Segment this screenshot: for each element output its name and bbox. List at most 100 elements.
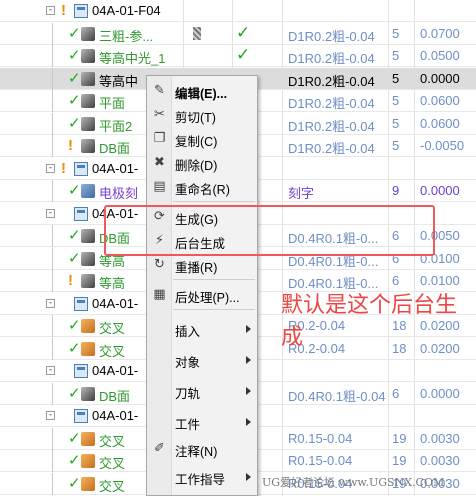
menu-item-label: 刀轨 — [175, 386, 201, 401]
menu-item-submenu-13[interactable]: 对象 — [147, 344, 257, 375]
cut-icon: ✂ — [154, 106, 165, 121]
warning-icon: ! — [68, 272, 73, 289]
tree-item-name: 交叉 — [99, 433, 126, 449]
menu-item-submenu-15[interactable]: 工件 — [147, 406, 257, 437]
delete-icon: ✖ — [154, 154, 165, 169]
watermark: UG爱好者论坛 www.UGSNX.COM — [262, 476, 445, 489]
method-cell: D0.4R0.1粗-0.04 — [288, 388, 386, 404]
tree-expander-icon[interactable]: - — [46, 163, 55, 173]
submenu-arrow-icon — [246, 324, 251, 333]
tree-item-name: 交叉 — [99, 456, 126, 471]
tolerance-cell: 0.0100 — [420, 273, 460, 288]
tree-guide-line — [52, 112, 53, 135]
operation-icon — [81, 251, 95, 266]
menu-item-label: 重命名(R) — [175, 183, 230, 197]
tree-guide-line — [52, 247, 53, 270]
tree-expander-icon[interactable]: - — [46, 366, 55, 375]
operation-icon — [81, 116, 95, 131]
tolerance-cell: 0.0700 — [420, 25, 460, 41]
tree-item-name: 04A-01- — [92, 408, 139, 423]
menu-item-replay[interactable]: ↻ 重播(R) — [147, 253, 257, 277]
submenu-arrow-icon — [246, 472, 251, 481]
menu-item-label: 剪切(T) — [175, 111, 216, 125]
method-cell: D1R0.2粗-0.04 — [288, 73, 375, 89]
tree-item-name: 04A-01- — [92, 363, 139, 378]
tree-operation-row[interactable]: ✓ 三粗-参... ✓ D1R0.2粗-0.04 5 0.0700 — [0, 22, 476, 45]
method-cell: R0.15-0.04 — [288, 430, 353, 446]
submenu-arrow-icon — [246, 386, 251, 395]
highlight-box — [104, 205, 435, 256]
stock-cell: 19 — [392, 430, 407, 446]
tree-expander-icon[interactable]: - — [46, 298, 55, 308]
stock-cell: 9 — [392, 183, 400, 198]
tree-item-name: 等高中 — [99, 73, 139, 89]
tree-item-name: 04A-01-F04 — [92, 3, 161, 18]
operation-icon — [81, 71, 95, 86]
tolerance-cell: -0.0050 — [420, 138, 465, 153]
program-group-icon — [74, 161, 88, 176]
rename-icon: ▤ — [153, 178, 166, 193]
tree-expander-icon[interactable]: - — [46, 208, 55, 218]
tree-item-name: 等高中光_1 — [99, 51, 166, 66]
tolerance-cell: 0.0600 — [420, 93, 460, 108]
tree-item-name: 交叉 — [99, 343, 126, 359]
path-valid-check-icon: ✓ — [236, 45, 251, 64]
operation-icon — [81, 139, 95, 153]
tree-item-name: 04A-01- — [92, 295, 139, 311]
complete-check-icon: ✓ — [68, 452, 81, 469]
callout-text: 默认是这个后台生成 — [281, 293, 458, 350]
operation-icon — [81, 454, 95, 468]
warning-icon: ! — [61, 159, 66, 177]
tree-expander-icon[interactable]: - — [46, 411, 55, 420]
stock-cell: 5 — [392, 93, 400, 108]
context-menu: ✎ 编辑(E)... ✂ 剪切(T) ❐ 复制(C) ✖ 删除(D) ▤ 重命名(R) ⟳ 生成(G)… — [146, 75, 258, 496]
complete-check-icon: ✓ — [68, 114, 81, 132]
warning-icon: ! — [68, 137, 73, 154]
menu-item-submenu-14[interactable]: 刀轨 — [147, 375, 257, 406]
stock-cell: 5 — [392, 25, 400, 41]
menu-item-label: 后处理(P)... — [175, 291, 240, 305]
edit-icon: ✎ — [154, 82, 165, 97]
menu-item-copy[interactable]: ❐ 复制(C) — [147, 127, 257, 151]
complete-check-icon: ✓ — [68, 339, 81, 357]
tree-item-name: 平面 — [99, 96, 126, 111]
stock-cell: 5 — [392, 48, 400, 63]
menu-item-submenu-17[interactable]: 工作指导 — [147, 461, 257, 492]
method-cell: R0.15-0.04 — [288, 453, 353, 468]
operation-icon — [81, 476, 95, 491]
complete-check-icon: ✓ — [68, 92, 81, 109]
tree-guide-line — [52, 67, 53, 90]
method-cell: D1R0.2粗-0.04 — [288, 118, 375, 134]
menu-item-edit[interactable]: ✎ 编辑(E)... — [147, 79, 257, 103]
stock-cell: 6 — [392, 385, 400, 401]
tree-guide-line — [52, 45, 53, 67]
tree-operation-row[interactable]: ✓ 等高中光_1 ✓ D1R0.2粗-0.04 5 0.0500 — [0, 45, 476, 67]
operation-icon — [81, 274, 95, 288]
program-group-icon — [74, 4, 88, 18]
annotation-icon: ✐ — [154, 440, 165, 455]
complete-check-icon: ✓ — [68, 182, 81, 199]
tree-guide-line — [52, 337, 53, 360]
program-group-icon — [74, 364, 88, 378]
menu-item-rename[interactable]: ▤ 重命名(R) — [147, 175, 257, 199]
complete-check-icon: ✓ — [68, 69, 81, 87]
tolerance-cell: 0.0600 — [420, 115, 460, 131]
menu-item-annotation[interactable]: ✐ 注释(N) — [147, 437, 257, 461]
operation-icon — [81, 431, 95, 446]
stock-cell: 19 — [392, 453, 407, 468]
operation-icon — [81, 26, 95, 41]
menu-item-postprocess[interactable]: ▦ 后处理(P)... — [147, 283, 257, 307]
menu-item-cut[interactable]: ✂ 剪切(T) — [147, 103, 257, 127]
complete-check-icon: ✓ — [68, 384, 81, 402]
tree-expander-icon[interactable]: - — [46, 6, 55, 15]
tolerance-cell: 0.0500 — [420, 48, 460, 63]
complete-check-icon: ✓ — [68, 317, 81, 334]
tolerance-cell: 0.0000 — [420, 385, 460, 401]
menu-item-submenu-12[interactable]: 插入 — [147, 313, 257, 344]
complete-check-icon: ✓ — [68, 474, 81, 492]
complete-check-icon: ✓ — [68, 249, 81, 267]
tree-guide-line — [52, 90, 53, 112]
menu-item-label: 复制(C) — [175, 135, 218, 149]
menu-item-delete[interactable]: ✖ 删除(D) — [147, 151, 257, 175]
tree-group-row[interactable]: -! 04A-01-F04 — [0, 0, 476, 22]
